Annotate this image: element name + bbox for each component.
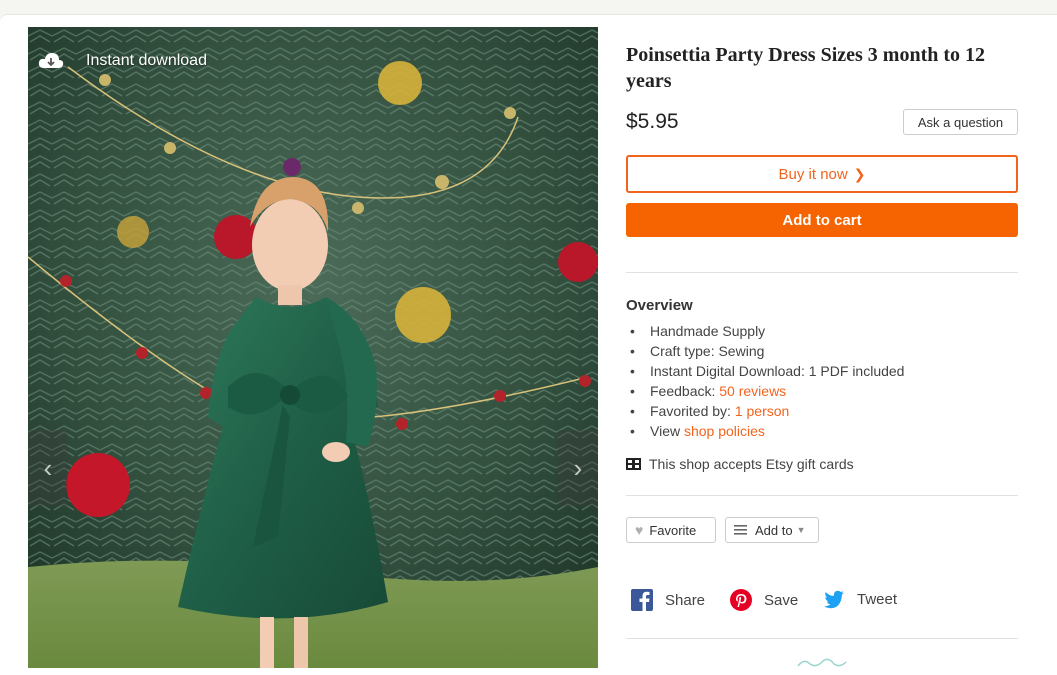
add-to-list-button[interactable]: Add to ▼ bbox=[725, 517, 819, 543]
share-facebook-button[interactable]: Share bbox=[631, 589, 705, 611]
divider bbox=[626, 272, 1018, 273]
list-item: Handmade Supply bbox=[626, 321, 904, 341]
list-icon bbox=[734, 525, 747, 535]
next-image-button[interactable]: › bbox=[558, 430, 598, 506]
product-photo[interactable] bbox=[28, 27, 598, 668]
gift-card-icon bbox=[626, 458, 641, 470]
reviews-link[interactable]: 50 reviews bbox=[719, 383, 786, 399]
list-item: Feedback: 50 reviews bbox=[626, 381, 904, 401]
share-twitter-label: Tweet bbox=[857, 590, 898, 608]
previous-image-button[interactable]: ‹ bbox=[28, 430, 68, 506]
ask-question-button[interactable]: Ask a question bbox=[903, 109, 1018, 135]
chevron-down-icon: ▼ bbox=[796, 525, 806, 535]
divider bbox=[626, 638, 1018, 639]
gift-card-label: This shop accepts Etsy gift cards bbox=[649, 456, 854, 472]
listing-price: $5.95 bbox=[626, 110, 679, 133]
cloud-download-icon bbox=[38, 53, 64, 68]
share-pinterest-label: Save bbox=[764, 591, 799, 609]
list-item: View shop policies bbox=[626, 421, 904, 441]
chevron-left-icon: ‹ bbox=[43, 452, 53, 483]
favorite-button[interactable]: ♥ Favorite bbox=[626, 517, 716, 543]
instant-download-badge: Instant download bbox=[28, 41, 218, 81]
share-pinterest-button[interactable]: Save bbox=[730, 589, 798, 611]
overview-heading: Overview bbox=[626, 297, 693, 314]
overview-list: Handmade Supply Craft type: Sewing Insta… bbox=[626, 321, 904, 441]
share-twitter-button[interactable]: Tweet bbox=[823, 589, 897, 609]
gift-card-notice: This shop accepts Etsy gift cards bbox=[626, 456, 854, 472]
list-item: Favorited by: 1 person bbox=[626, 401, 904, 421]
decorative-scroll-icon bbox=[797, 658, 847, 667]
buy-it-now-button[interactable]: Buy it now ❯ bbox=[626, 155, 1018, 193]
share-facebook-label: Share bbox=[665, 591, 706, 609]
add-to-cart-button[interactable]: Add to cart bbox=[626, 203, 1018, 237]
favorited-by-link[interactable]: 1 person bbox=[735, 403, 789, 419]
chevron-right-icon: ❯ bbox=[853, 165, 866, 182]
chevron-right-icon: › bbox=[573, 452, 583, 483]
product-photo-image bbox=[28, 27, 598, 668]
heart-icon: ♥ bbox=[635, 522, 644, 538]
twitter-icon bbox=[824, 590, 844, 609]
favorite-label: Favorite bbox=[649, 522, 697, 538]
list-item: Instant Digital Download: 1 PDF included bbox=[626, 361, 904, 381]
pinterest-icon bbox=[730, 589, 752, 611]
divider bbox=[626, 495, 1018, 496]
buy-it-now-label: Buy it now bbox=[778, 165, 848, 183]
list-item: Craft type: Sewing bbox=[626, 341, 904, 361]
listing-title: Poinsettia Party Dress Sizes 3 month to … bbox=[626, 44, 986, 92]
shop-policies-link[interactable]: shop policies bbox=[684, 423, 765, 439]
facebook-icon bbox=[631, 589, 653, 611]
instant-download-label: Instant download bbox=[86, 52, 207, 69]
add-to-label: Add to bbox=[755, 522, 793, 538]
